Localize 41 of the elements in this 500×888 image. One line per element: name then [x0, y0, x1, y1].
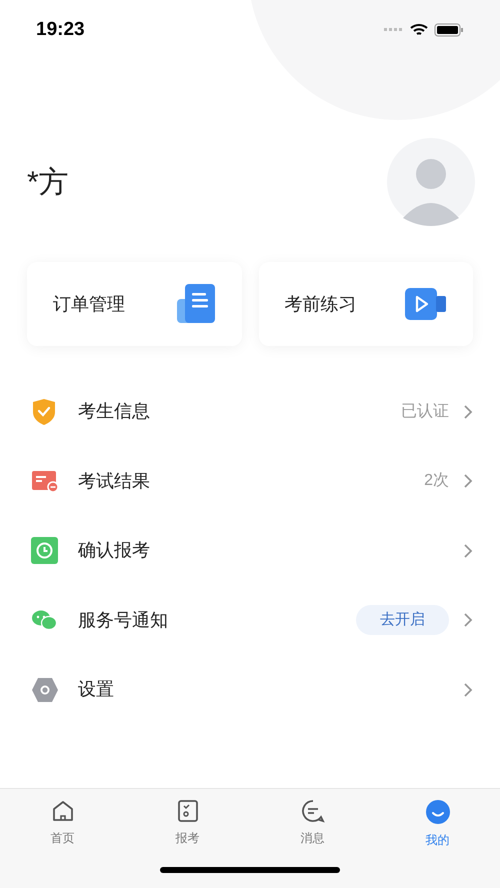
document-icon — [176, 283, 216, 325]
user-name: *方 — [27, 164, 69, 200]
menu-value: 2次 — [424, 471, 449, 492]
clock-icon — [31, 537, 58, 564]
menu-label: 确认报考 — [78, 539, 150, 562]
chat-icon — [31, 609, 57, 632]
status-time: 19:23 — [36, 18, 85, 42]
tab[interactable]: 消息 — [250, 799, 375, 849]
battery-icon — [434, 23, 464, 37]
menu-label: 设置 — [78, 678, 114, 702]
chevron-right-icon — [463, 612, 473, 628]
menu-item[interactable]: 考生信息 已认证 — [0, 377, 500, 446]
shortcut-card[interactable]: 订单管理 — [27, 262, 242, 346]
settings-icon — [31, 676, 59, 703]
signal-icon — [384, 28, 404, 32]
chevron-right-icon — [463, 473, 473, 490]
chevron-right-icon — [463, 404, 473, 420]
shield-icon — [31, 398, 57, 426]
video-icon — [405, 287, 447, 321]
tab[interactable]: 报考 — [125, 799, 250, 849]
menu-label: 考生信息 — [78, 400, 150, 424]
checklist-icon — [176, 799, 198, 823]
menu-label: 考试结果 — [78, 470, 150, 493]
smile-icon — [424, 799, 450, 825]
menu-value: 已认证 — [401, 402, 449, 422]
home-icon — [50, 799, 74, 823]
menu-label: 服务号通知 — [78, 608, 168, 632]
shortcut-card[interactable]: 考前练习 — [258, 262, 473, 346]
menu-item[interactable]: 考试结果 2次 — [0, 446, 500, 516]
wifi-icon — [410, 23, 428, 37]
message-icon — [300, 799, 324, 823]
menu-item[interactable]: 服务号通知 去开启 — [0, 586, 500, 655]
chevron-right-icon — [463, 682, 473, 698]
menu-item[interactable]: 设置 — [0, 655, 500, 724]
tab[interactable]: 我的 — [375, 799, 500, 849]
avatar[interactable] — [387, 138, 475, 226]
tab[interactable]: 首页 — [0, 799, 125, 849]
card-icon — [31, 469, 59, 494]
menu-item[interactable]: 确认报考 — [0, 516, 500, 586]
chevron-right-icon — [463, 542, 473, 559]
enable-badge[interactable]: 去开启 — [356, 605, 449, 636]
